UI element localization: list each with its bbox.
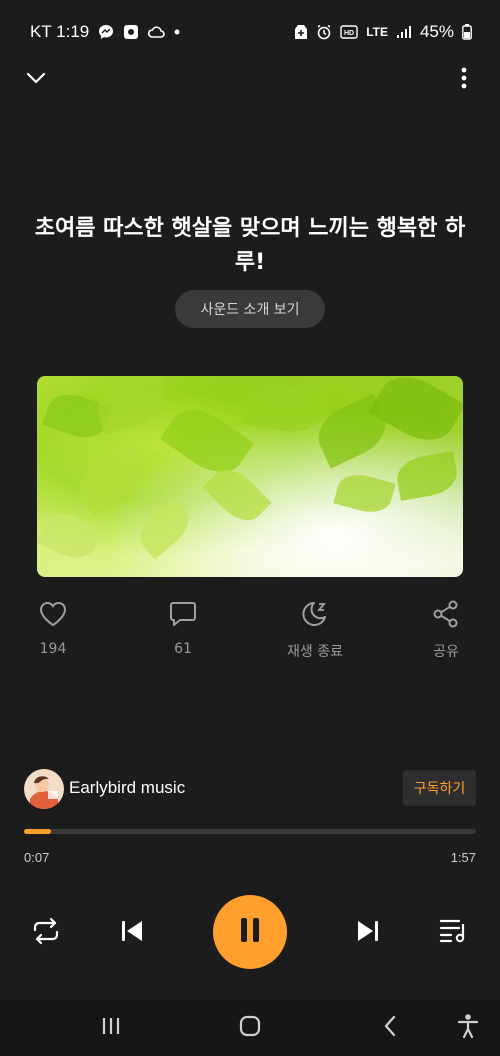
heart-icon <box>38 600 68 633</box>
sound-title: 초여름 따스한 햇살을 맞으며 느끼는 행복한 하루! <box>34 216 466 275</box>
share-icon <box>431 600 461 633</box>
pause-button[interactable] <box>213 895 287 969</box>
more-options-button[interactable] <box>448 64 480 96</box>
current-time: 0:07 <box>24 850 50 865</box>
chevron-down-icon <box>26 71 46 89</box>
channel-name[interactable]: Earlybird music <box>69 778 185 798</box>
dot-icon <box>173 28 181 36</box>
accessibility-button[interactable] <box>452 1012 484 1044</box>
recents-button[interactable] <box>95 1012 127 1044</box>
playlist-button[interactable] <box>434 915 474 951</box>
cloud-icon <box>147 25 165 39</box>
next-button[interactable] <box>348 915 388 951</box>
share-button[interactable]: 공유 <box>401 600 491 661</box>
carrier-time: KT 1:19 <box>30 22 90 41</box>
recents-icon <box>100 1016 122 1041</box>
share-label: 공유 <box>433 644 459 660</box>
pause-icon <box>238 916 262 949</box>
comment-button[interactable]: 61 <box>138 600 228 657</box>
next-icon <box>355 918 381 949</box>
home-icon <box>238 1014 262 1043</box>
more-vertical-icon <box>461 67 467 94</box>
channel-avatar[interactable] <box>24 769 64 809</box>
comment-count: 61 <box>174 641 192 657</box>
progress-fill <box>24 829 52 834</box>
sound-intro-button[interactable]: 사운드 소개 보기 <box>175 290 325 328</box>
data-saver-icon <box>294 24 308 40</box>
previous-icon <box>119 918 145 949</box>
like-button[interactable]: 194 <box>8 600 98 657</box>
repeat-icon <box>31 917 61 950</box>
sleep-timer-button[interactable]: 재생 종료 <box>270 600 360 661</box>
channel-row: Earlybird music 구독하기 <box>24 768 476 810</box>
alarm-icon <box>316 24 332 40</box>
system-navigation-bar <box>0 1000 500 1056</box>
top-bar <box>0 60 500 100</box>
back-icon <box>383 1015 397 1042</box>
sleep-timer-label: 재생 종료 <box>287 644 343 660</box>
app-notification-icon <box>123 24 139 40</box>
player-controls <box>0 895 500 971</box>
battery-icon <box>462 24 472 40</box>
home-button[interactable] <box>234 1012 266 1044</box>
moon-sleep-icon <box>300 600 330 633</box>
total-time: 1:57 <box>450 850 476 865</box>
action-row: 194 61 재생 종료 공유 <box>0 600 500 660</box>
svg-text:HD: HD <box>344 30 354 37</box>
previous-button[interactable] <box>112 915 152 951</box>
like-count: 194 <box>39 641 67 657</box>
progress-bar[interactable] <box>24 829 476 834</box>
status-bar: KT 1:19 HD LTE 45% <box>0 0 500 64</box>
playlist-icon <box>439 918 469 949</box>
back-button[interactable] <box>374 1012 406 1044</box>
signal-icon <box>396 25 412 39</box>
cover-artwork <box>37 376 463 577</box>
network-type: LTE <box>366 25 388 39</box>
messenger-icon <box>97 23 115 41</box>
hd-voice-icon: HD <box>340 25 358 39</box>
collapse-button[interactable] <box>20 64 52 96</box>
comment-icon <box>168 600 198 633</box>
accessibility-icon <box>456 1013 480 1044</box>
subscribe-button[interactable]: 구독하기 <box>403 770 476 806</box>
repeat-button[interactable] <box>26 915 66 951</box>
battery-percent: 45% <box>419 22 454 41</box>
